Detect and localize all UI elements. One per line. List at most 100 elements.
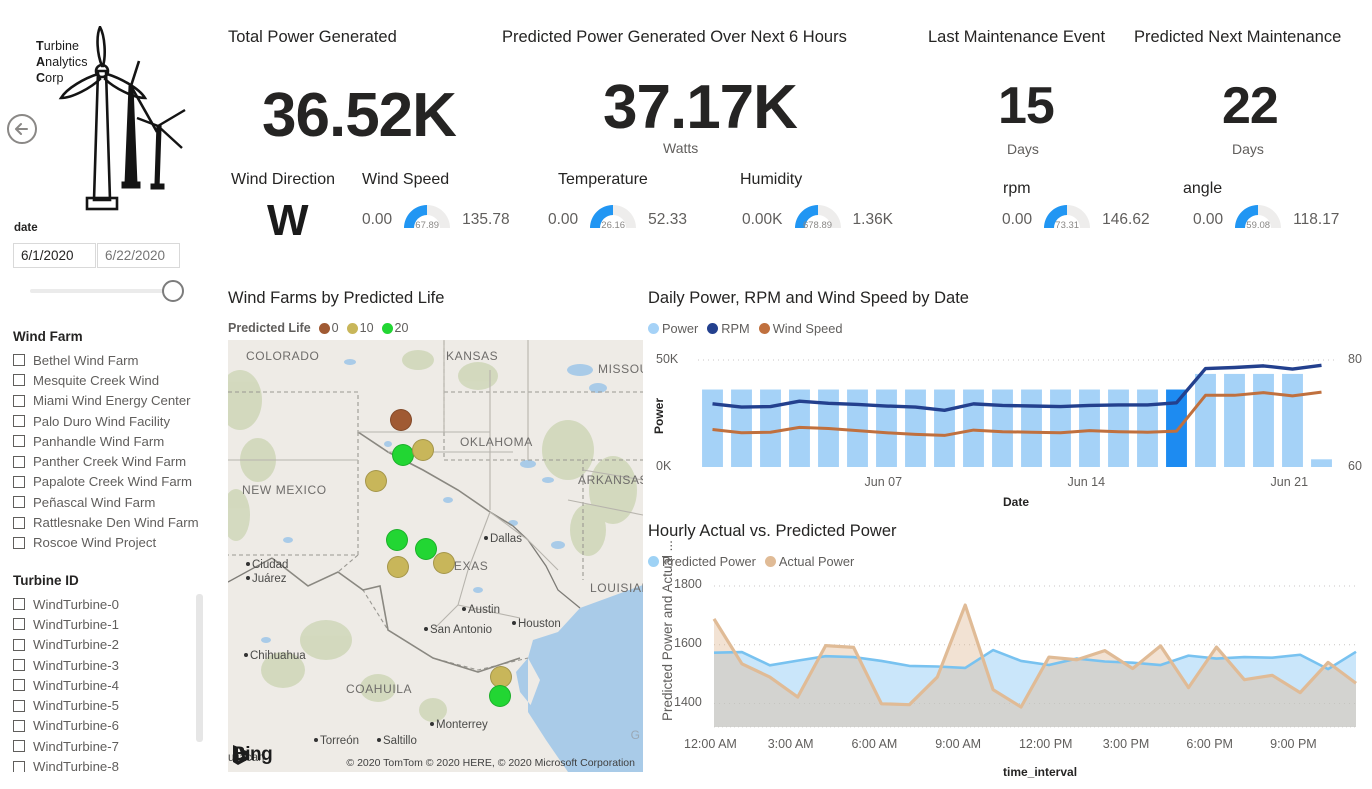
gauge-min-label: 0.00 [1002,211,1032,231]
turbine-id-scrollbar[interactable] [196,594,203,742]
checkbox-icon[interactable] [13,354,25,366]
turbine-id-item-1[interactable]: WindTurbine-1 [13,614,218,634]
hourly-legend-item-1[interactable]: Actual Power [765,554,854,569]
map-city-dot-icon [246,562,250,566]
map-legend-item-1[interactable]: 10 [347,321,374,335]
checkbox-icon[interactable] [13,740,25,752]
date-slider-track[interactable] [30,289,180,293]
map-wind-farm-point[interactable] [392,444,414,466]
gauge-0[interactable]: 0.0067.89135.78 [362,195,510,231]
wind-farm-item-4[interactable]: Panhandle Wind Farm [13,431,218,451]
hourly-x-tick: 12:00 AM [684,737,737,751]
turbine-id-item-3[interactable]: WindTurbine-3 [13,655,218,675]
wind-farm-filter-list: Bethel Wind FarmMesquite Creek WindMiami… [13,350,218,553]
turbine-id-item-label: WindTurbine-7 [33,739,119,754]
checkbox-icon[interactable] [13,476,25,488]
turbine-id-item-label: WindTurbine-3 [33,658,119,673]
turbine-id-item-label: WindTurbine-0 [33,597,119,612]
daily-x-tick: Jun 21 [1271,475,1309,489]
wind-farm-item-8[interactable]: Rattlesnake Den Wind Farm [13,512,218,532]
map-city-label-3: Austin [468,604,500,616]
map-wind-farm-point[interactable] [489,685,511,707]
turbine-id-item-2[interactable]: WindTurbine-2 [13,635,218,655]
turbine-id-item-6[interactable]: WindTurbine-6 [13,716,218,736]
map-city-label-8: Torreón [320,735,359,747]
daily-x-axis-title: Date [1003,495,1029,509]
map-wind-farm-point[interactable] [390,409,412,431]
bing-logo[interactable]: Bing [232,744,272,766]
wind-farm-item-3[interactable]: Palo Duro Wind Facility [13,411,218,431]
checkbox-icon[interactable] [13,537,25,549]
checkbox-icon[interactable] [13,659,25,671]
map-wind-farm-point[interactable] [412,439,434,461]
gauge-min-label: 0.00K [742,211,783,231]
turbine-id-item-4[interactable]: WindTurbine-4 [13,675,218,695]
gauge-max-label: 52.33 [648,211,687,231]
map-city-label-4: San Antonio [430,624,492,636]
checkbox-icon[interactable] [13,456,25,468]
checkbox-icon[interactable] [13,496,25,508]
map-attribution: © 2020 TomTom © 2020 HERE, © 2020 Micros… [346,757,635,769]
map-wind-farm-point[interactable] [365,470,387,492]
daily-power-rpm-windspeed-chart[interactable]: 50K0K8060Jun 07Jun 14Jun 21DatePower [648,340,1372,515]
checkbox-icon[interactable] [13,435,25,447]
hourly-y-axis-title: Predicted Power and Actual ... [660,540,675,721]
map-legend-item-label: 10 [360,321,374,335]
turbine-id-filter-list: WindTurbine-0 WindTurbine-1WindTurbine-2 W… [13,594,218,772]
map-corner-mark: G [631,728,640,742]
wind-farm-item-9[interactable]: Roscoe Wind Project [13,533,218,553]
checkbox-icon[interactable] [13,618,25,630]
wind-farm-item-7[interactable]: Peñascal Wind Farm [13,492,218,512]
map-wind-farm-point[interactable] [387,556,409,578]
gauge-2[interactable]: 0.00K678.891.36K [742,195,893,231]
map-wind-farm-point[interactable] [433,552,455,574]
wind-farms-map[interactable]: COLORADOKANSASMISSOURIOKLAHOMAARKANSASNE… [228,340,643,772]
map-legend-item-0[interactable]: 0 [319,321,339,335]
wind-farm-item-2[interactable]: Miami Wind Energy Center [13,391,218,411]
map-legend-item-2[interactable]: 20 [382,321,409,335]
checkbox-icon[interactable] [13,639,25,651]
map-wind-farm-point[interactable] [386,529,408,551]
sidebar: Turbine Analytics Corp [0,0,222,789]
map-city-dot-icon [430,722,434,726]
daily-legend-item-0[interactable]: Power [648,321,698,336]
date-slider-thumb[interactable] [162,280,184,302]
daily-legend-item-2[interactable]: Wind Speed [759,321,843,336]
daily-legend-item-1[interactable]: RPM [707,321,749,336]
checkbox-icon[interactable] [13,395,25,407]
daily-legend-item-label: Power [662,321,698,336]
wind-farm-item-0[interactable]: Bethel Wind Farm [13,350,218,370]
turbine-id-item-8[interactable]: WindTurbine-8 [13,756,218,772]
checkbox-icon[interactable] [13,720,25,732]
gauge-current-value: 26.16 [582,220,644,231]
daily-chart-legend: Power RPM Wind Speed [648,321,851,336]
daily-y-tick: 50K [656,352,678,366]
hourly-actual-vs-predicted-chart[interactable]: 14001600180012:00 AM3:00 AM6:00 AM9:00 A… [648,572,1372,787]
gauge-arc: 67.89 [396,195,458,231]
checkbox-icon[interactable] [13,761,25,772]
checkbox-icon[interactable] [13,517,25,529]
turbine-id-item-5[interactable]: WindTurbine-5 [13,695,218,715]
map-legend: Predicted Life 01020 [228,321,412,335]
checkbox-icon[interactable] [13,700,25,712]
daily-y2-tick: 80 [1348,352,1362,366]
gauge-1[interactable]: 0.0026.1652.33 [548,195,687,231]
wind-farm-item-6[interactable]: Papalote Creek Wind Farm [13,472,218,492]
turbine-id-item-0[interactable]: WindTurbine-0 [13,594,218,614]
hourly-y-tick: 1600 [674,636,702,650]
date-from-input[interactable] [13,243,96,268]
checkbox-icon[interactable] [13,598,25,610]
back-arrow-icon[interactable] [6,113,38,145]
gauge-4[interactable]: 0.0059.08118.17 [1193,195,1339,231]
turbine-id-item-7[interactable]: WindTurbine-7 [13,736,218,756]
checkbox-icon[interactable] [13,679,25,691]
daily-x-tick: Jun 14 [1068,475,1106,489]
checkbox-icon[interactable] [13,374,25,386]
gauge-3[interactable]: 0.0073.31146.62 [1002,195,1150,231]
map-city-dot-icon [377,738,381,742]
date-to-input[interactable] [97,243,180,268]
checkbox-icon[interactable] [13,415,25,427]
wind-farm-item-5[interactable]: Panther Creek Wind Farm [13,451,218,471]
wind-farm-item-1[interactable]: Mesquite Creek Wind [13,370,218,390]
turbine-id-item-label: WindTurbine-4 [33,678,119,693]
